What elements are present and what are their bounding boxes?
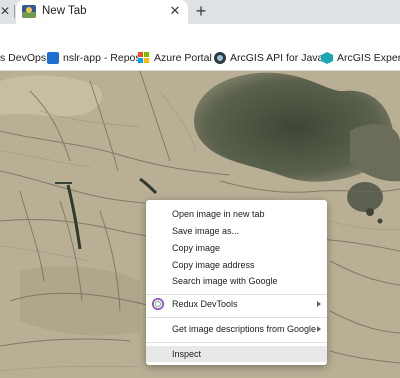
bookmark-nslr-repos[interactable]: nslr-app - Repos (47, 51, 141, 65)
repos-icon (47, 52, 59, 64)
toolbar (0, 24, 400, 46)
menu-item-inspect[interactable]: Inspect (146, 346, 327, 362)
bookmarks-bar: s DevOps nslr-app - Repos Azure Portal A… (0, 46, 400, 71)
menu-separator (146, 317, 327, 318)
menu-item-label: Copy image address (172, 260, 255, 270)
submenu-arrow-icon (317, 326, 321, 332)
bookmark-azure-portal[interactable]: Azure Portal (138, 51, 214, 65)
bookmark-label: nslr-app - Repos (63, 52, 141, 64)
submenu-arrow-icon (317, 301, 321, 307)
new-tab-button[interactable]: + (191, 1, 211, 21)
bookmark-arcgis-java[interactable]: ArcGIS API for Java... (214, 51, 332, 65)
bookmark-label: Azure Portal (154, 52, 212, 64)
bookmark-label: ArcGIS Experience (337, 52, 400, 64)
menu-item-open-image-new-tab[interactable]: Open image in new tab (146, 206, 327, 222)
tab-title: New Tab (42, 5, 87, 17)
menu-item-label: Open image in new tab (172, 209, 265, 219)
menu-item-label: Inspect (172, 349, 202, 359)
menu-item-save-image-as[interactable]: Save image as... (146, 223, 327, 239)
context-menu: Open image in new tab Save image as... C… (146, 200, 327, 365)
menu-item-label: Copy image (172, 243, 221, 253)
menu-item-label: Redux DevTools (172, 299, 238, 309)
previous-tab-close-icon[interactable]: ✕ (0, 4, 10, 18)
bookmark-label: ArcGIS API for Java... (230, 52, 333, 64)
close-icon[interactable]: ✕ (167, 3, 183, 19)
tab-strip: ✕ New Tab ✕ + (0, 0, 400, 24)
menu-item-copy-image-address[interactable]: Copy image address (146, 257, 327, 273)
menu-item-search-image-google[interactable]: Search image with Google (146, 273, 327, 289)
menu-item-get-image-descriptions[interactable]: Get image descriptions from Google (146, 321, 327, 337)
bookmark-label: s DevOps (0, 52, 47, 64)
tab-divider (14, 5, 15, 18)
menu-item-label: Save image as... (172, 226, 240, 236)
menu-item-copy-image[interactable]: Copy image (146, 240, 327, 256)
landscape-icon (22, 5, 36, 18)
menu-separator (146, 342, 327, 343)
bookmark-devops[interactable]: s DevOps (0, 51, 46, 65)
menu-item-label: Search image with Google (172, 276, 278, 286)
arcgis-experience-icon (321, 52, 333, 64)
microsoft-icon (138, 52, 150, 64)
menu-separator (146, 294, 327, 295)
menu-item-label: Get image descriptions from Google (172, 324, 317, 334)
bookmark-arcgis-experience[interactable]: ArcGIS Experience (321, 51, 400, 65)
redux-icon (152, 298, 164, 310)
arcgis-globe-icon (214, 52, 226, 64)
tab-new-tab[interactable]: New Tab ✕ (16, 0, 188, 24)
menu-item-redux-devtools[interactable]: Redux DevTools (146, 296, 327, 312)
